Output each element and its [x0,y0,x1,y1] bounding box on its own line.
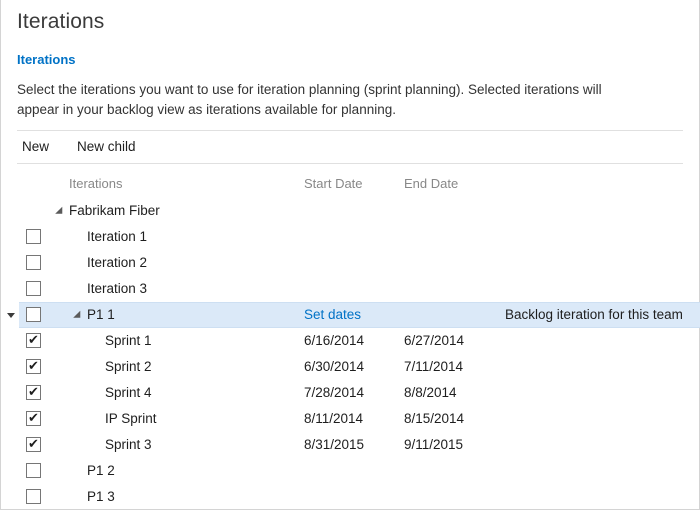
grid-header-row: Iterations Start Date End Date [1,172,700,198]
column-header-start-date: Start Date [304,176,363,191]
set-dates-link[interactable]: Set dates [304,307,361,322]
checkbox-unchecked[interactable] [26,281,41,296]
table-row[interactable]: P1 1 Set dates Backlog iteration for this … [1,302,700,328]
checkbox-checked[interactable]: ✔ [26,359,41,374]
cell-iteration-name: IP Sprint [105,411,157,426]
chevron-down-glyph [7,313,15,318]
iterations-panel: Iterations Iterations Select the iterati… [0,0,700,510]
cell-iteration-name: P1 2 [87,463,115,478]
row-expander-chevron-down-icon[interactable] [7,311,17,321]
iterations-grid: Iterations Start Date End Date Fabrikam … [1,172,700,510]
cell-start-date: 8/31/2015 [304,437,364,452]
new-child-button[interactable]: New child [72,137,141,156]
checkbox-unchecked[interactable] [26,463,41,478]
table-row[interactable]: P1 3 [1,484,700,510]
cell-iteration-name: Sprint 3 [105,437,152,452]
cell-start-date: 6/30/2014 [304,359,364,374]
triangle-glyph [55,207,66,218]
page-title: Iterations [17,10,104,34]
checkmark-icon: ✔ [27,360,40,373]
checkmark-icon: ✔ [27,412,40,425]
table-row[interactable]: ✔ Sprint 2 6/30/2014 7/11/2014 [1,354,700,380]
grid-toolbar: New New child [17,137,141,156]
cell-end-date: 6/27/2014 [404,333,464,348]
checkbox-unchecked[interactable] [26,229,41,244]
column-header-iterations: Iterations [69,176,122,191]
backlog-iteration-note: Backlog iteration for this team [505,307,683,322]
checkbox-unchecked[interactable] [26,307,41,322]
cell-iteration-name: Iteration 3 [87,281,147,296]
cell-iteration-name: P1 3 [87,489,115,504]
cell-iteration-name: Iteration 1 [87,229,147,244]
checkmark-icon: ✔ [27,334,40,347]
cell-iteration-name: Iteration 2 [87,255,147,270]
new-button[interactable]: New [17,137,54,156]
checkbox-unchecked[interactable] [26,489,41,504]
cell-iteration-name: Sprint 2 [105,359,152,374]
page-description: Select the iterations you want to use fo… [17,80,637,120]
section-link-iterations[interactable]: Iterations [17,52,76,67]
checkbox-checked[interactable]: ✔ [26,333,41,348]
table-row[interactable]: ✔ Sprint 1 6/16/2014 6/27/2014 [1,328,700,354]
checkbox-checked[interactable]: ✔ [26,411,41,426]
tree-collapse-triangle-icon[interactable] [77,311,86,320]
checkbox-checked[interactable]: ✔ [26,385,41,400]
cell-start-date: 8/11/2014 [304,411,363,426]
cell-iteration-name: P1 1 [87,307,115,322]
cell-iteration-name: Sprint 1 [105,333,152,348]
tree-collapse-triangle-icon[interactable] [59,207,68,216]
cell-end-date: 8/8/2014 [404,385,457,400]
checkbox-unchecked[interactable] [26,255,41,270]
toolbar-top-divider [17,130,683,131]
cell-end-date: 7/11/2014 [404,359,463,374]
table-row[interactable]: ✔ Sprint 4 7/28/2014 8/8/2014 [1,380,700,406]
table-row[interactable]: ✔ IP Sprint 8/11/2014 8/15/2014 [1,406,700,432]
grid-body: Fabrikam Fiber Iteration 1 Iteration 2 Iter… [1,198,700,510]
checkmark-icon: ✔ [27,438,40,451]
table-row[interactable]: P1 2 [1,458,700,484]
cell-end-date: 8/15/2014 [404,411,464,426]
column-header-end-date: End Date [404,176,458,191]
table-row[interactable]: ✔ Sprint 3 8/31/2015 9/11/2015 [1,432,700,458]
toolbar-bottom-divider [17,163,683,164]
cell-start-date: 6/16/2014 [304,333,364,348]
table-row[interactable]: Fabrikam Fiber [1,198,700,224]
table-row[interactable]: Iteration 3 [1,276,700,302]
table-row[interactable]: Iteration 1 [1,224,700,250]
cell-end-date: 9/11/2015 [404,437,463,452]
cell-iteration-name: Sprint 4 [105,385,152,400]
cell-start-date: 7/28/2014 [304,385,364,400]
cell-iteration-name: Fabrikam Fiber [69,203,160,218]
checkbox-checked[interactable]: ✔ [26,437,41,452]
checkmark-icon: ✔ [27,386,40,399]
table-row[interactable]: Iteration 2 [1,250,700,276]
